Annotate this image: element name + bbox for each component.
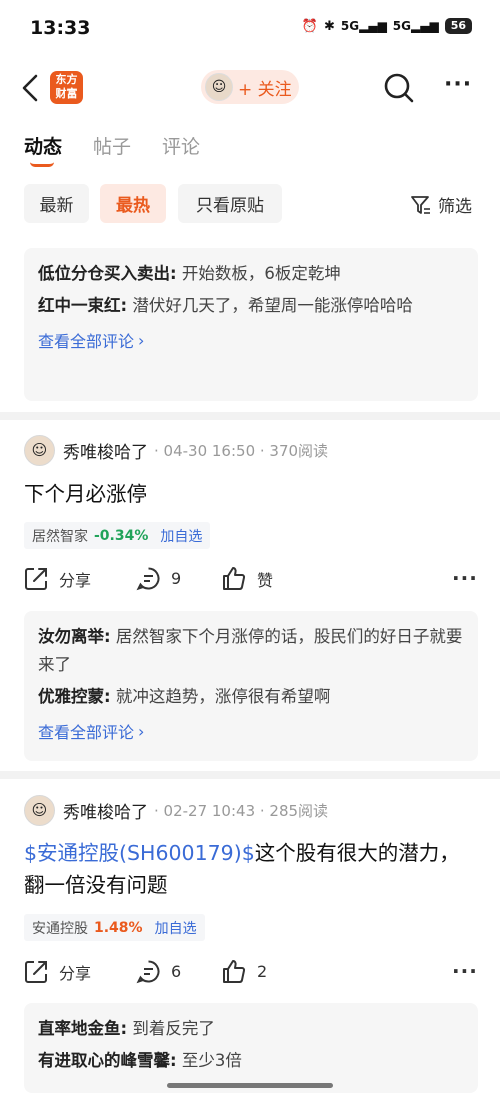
like-button[interactable]: 2 (222, 959, 267, 984)
share-icon (25, 568, 47, 590)
more-icon: ··· (452, 566, 478, 590)
comment-preview: 低位分仓买入卖出: 开始数板，6板定乾坤 红中一束红: 潜伏好几天了，希望周一能… (24, 248, 478, 401)
signal-icon-2: 5G▂▄▆ (392, 19, 439, 33)
commenter-name[interactable]: 优雅控蒙: (38, 687, 111, 706)
comment-icon (136, 960, 160, 984)
filter-bar: 最新 最热 只看原贴 筛选 (0, 184, 500, 226)
post-header: ☺ 秀唯梭哈了 · 02-27 10:43 · 285阅读 (24, 793, 328, 827)
back-arrow-icon (22, 74, 38, 102)
comment-item: 红中一束红: 潜伏好几天了，希望周一能涨停哈哈哈 (38, 292, 464, 320)
post-card[interactable]: ☺ 秀唯梭哈了 · 02-27 10:43 · 285阅读 $安通控股(SH60… (0, 793, 500, 1093)
status-icons: ⏰ ✱ 5G▂▄▆ 5G▂▄▆ 56 (302, 18, 472, 34)
section-divider (0, 412, 500, 420)
view-all-comments-link[interactable]: 查看全部评论 › (38, 719, 144, 743)
post-actions: 分享 6 2 ··· (0, 959, 500, 991)
bluetooth-icon: ✱ (324, 18, 335, 34)
comment-item: 低位分仓买入卖出: 开始数板，6板定乾坤 (38, 260, 464, 288)
search-icon (384, 73, 414, 103)
filter-latest-chip[interactable]: 最新 (24, 184, 89, 223)
filter-hot-chip[interactable]: 最热 (100, 184, 166, 223)
add-watchlist-button[interactable]: 加自选 (155, 918, 197, 938)
like-button[interactable]: 赞 (222, 566, 273, 591)
comment-text: 潜伏好几天了，希望周一能涨停哈哈哈 (127, 296, 413, 315)
comment-preview: 汝勿离举: 居然智家下个月涨停的话，股民们的好日子就要来了 优雅控蒙: 就冲这趋… (24, 611, 478, 761)
post-card[interactable]: ☺ 秀唯梭哈了 · 04-30 16:50 · 370阅读 下个月必涨停 居然智… (0, 433, 500, 763)
tab-comments[interactable]: 评论 (162, 132, 200, 159)
alarm-icon: ⏰ (301, 18, 318, 34)
tab-active-indicator (30, 162, 54, 167)
filter-button[interactable]: 筛选 (410, 192, 472, 217)
more-options-button[interactable]: ··· (444, 72, 478, 104)
add-watchlist-button[interactable]: 加自选 (160, 526, 202, 546)
share-icon (25, 961, 47, 983)
avatar: ☺ (205, 73, 233, 101)
filter-label: 筛选 (438, 197, 472, 217)
stock-name: 居然智家 (32, 528, 88, 545)
section-divider (0, 771, 500, 779)
top-nav-bar: 东方 财富 ☺ + 关注 ··· (0, 62, 500, 114)
more-icon: ··· (452, 959, 478, 983)
back-button[interactable] (18, 72, 48, 104)
comment-text: 就冲这趋势，涨停很有希望啊 (110, 687, 331, 706)
commenter-name[interactable]: 红中一束红: (38, 296, 127, 315)
stock-change: 1.48% (94, 919, 143, 936)
commenter-name[interactable]: 汝勿离举: (38, 627, 111, 646)
comment-preview: 直率地金鱼: 到着反完了 有进取心的峰雪馨: 至少3倍 (24, 1003, 478, 1093)
post-header: ☺ 秀唯梭哈了 · 04-30 16:50 · 370阅读 (24, 433, 328, 467)
comment-button[interactable]: 9 (136, 566, 181, 591)
chevron-right-icon: › (138, 330, 145, 350)
follow-button[interactable]: ☺ + 关注 (201, 70, 299, 104)
comment-item: 优雅控蒙: 就冲这趋势，涨停很有希望啊 (38, 683, 464, 711)
stock-change: -0.34% (94, 527, 149, 544)
commenter-name[interactable]: 直率地金鱼: (38, 1019, 127, 1038)
comment-item: 有进取心的峰雪馨: 至少3倍 (38, 1047, 464, 1075)
author-name[interactable]: 秀唯梭哈了 (63, 798, 148, 823)
view-all-comments-link[interactable]: 查看全部评论 › (38, 328, 144, 352)
battery-icon: 56 (444, 18, 472, 34)
author-name[interactable]: 秀唯梭哈了 (63, 438, 148, 463)
comment-text: 至少3倍 (176, 1051, 242, 1070)
chevron-right-icon: › (138, 721, 145, 741)
tab-activity[interactable]: 动态 (24, 132, 62, 159)
post-meta: · 02-27 10:43 · 285阅读 (154, 801, 329, 820)
stock-tag[interactable]: 安通控股 1.48% 加自选 (24, 914, 205, 941)
comment-icon (136, 567, 160, 591)
status-time: 13:33 (30, 17, 91, 39)
app-logo[interactable]: 东方 财富 (50, 71, 83, 104)
share-button[interactable]: 分享 (24, 959, 91, 984)
status-bar: 13:33 ⏰ ✱ 5G▂▄▆ 5G▂▄▆ 56 (0, 0, 500, 58)
search-button[interactable] (383, 72, 415, 104)
stock-tag[interactable]: 居然智家 -0.34% 加自选 (24, 522, 211, 549)
thumbs-up-icon (223, 960, 246, 983)
avatar[interactable]: ☺ (24, 794, 55, 826)
more-icon: ··· (444, 72, 473, 97)
filter-icon (411, 195, 430, 214)
avatar[interactable]: ☺ (24, 434, 55, 466)
tab-bar: 动态 帖子 评论 (0, 128, 500, 174)
comment-item: 汝勿离举: 居然智家下个月涨停的话，股民们的好日子就要来了 (38, 623, 464, 679)
post-meta: · 04-30 16:50 · 370阅读 (154, 441, 329, 460)
stock-name: 安通控股 (32, 920, 88, 937)
comment-text: 到着反完了 (127, 1019, 215, 1038)
tab-posts[interactable]: 帖子 (93, 132, 131, 159)
thumbs-up-icon (223, 567, 246, 590)
comment-text: 开始数板，6板定乾坤 (176, 264, 341, 283)
post-content[interactable]: $安通控股(SH600179)$这个股有很大的潜力，翻一倍没有问题 (24, 837, 476, 901)
signal-icon: 5G▂▄▆ (340, 19, 387, 33)
post-content[interactable]: 下个月必涨停 (24, 478, 476, 510)
post-actions: 分享 9 赞 ··· (0, 566, 500, 598)
commenter-name[interactable]: 低位分仓买入卖出: (38, 264, 177, 283)
post-more-button[interactable]: ··· (452, 959, 478, 983)
post-more-button[interactable]: ··· (452, 566, 478, 590)
follow-label: + 关注 (238, 79, 292, 100)
home-indicator[interactable] (167, 1083, 333, 1088)
filter-original-chip[interactable]: 只看原贴 (178, 184, 282, 223)
commenter-name[interactable]: 有进取心的峰雪馨: (38, 1051, 177, 1070)
stock-link[interactable]: $安通控股(SH600179)$ (24, 841, 255, 865)
comment-item: 直率地金鱼: 到着反完了 (38, 1015, 464, 1043)
share-button[interactable]: 分享 (24, 566, 91, 591)
comment-button[interactable]: 6 (136, 959, 181, 984)
